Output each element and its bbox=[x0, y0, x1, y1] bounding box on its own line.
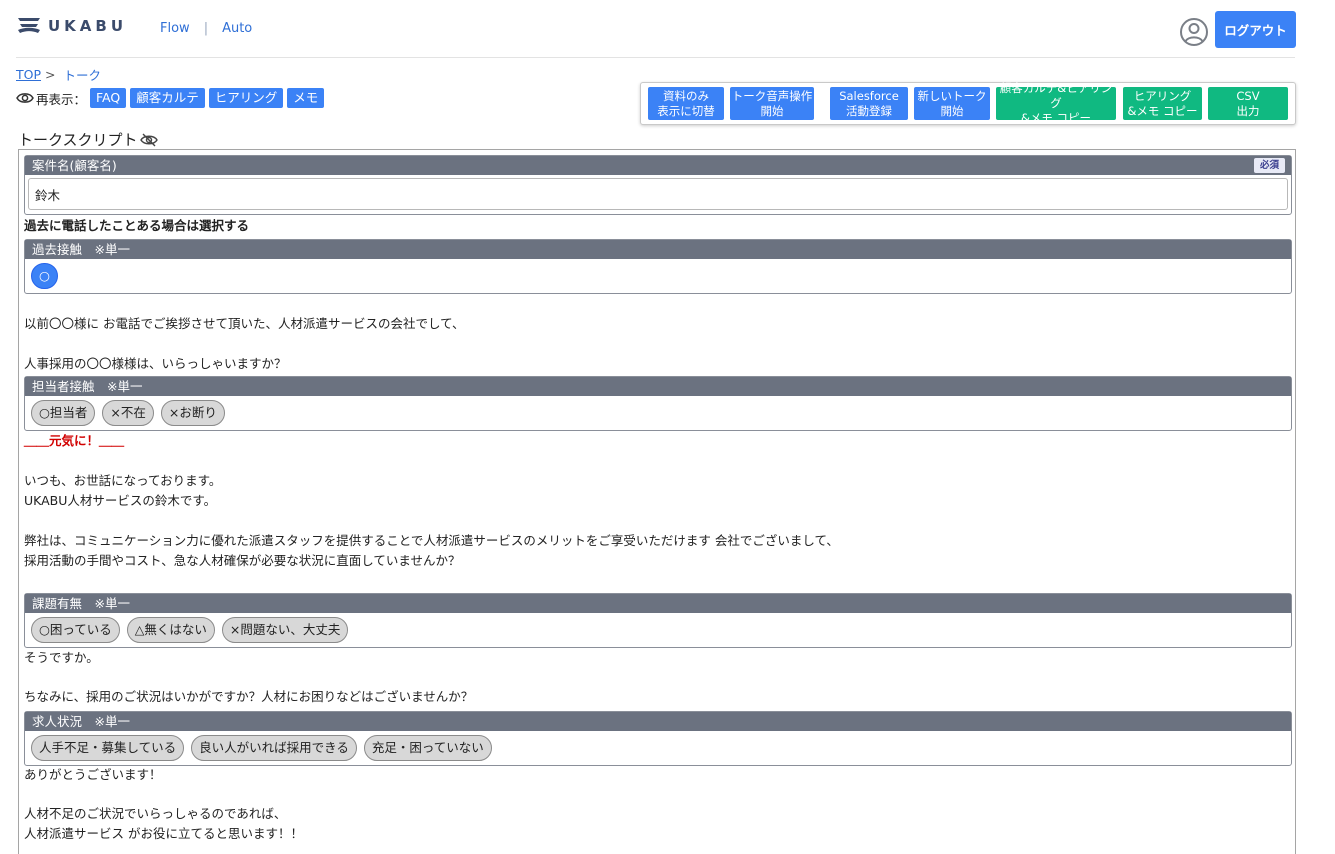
option-no-problem[interactable]: ×問題ない、大丈夫 bbox=[221, 617, 349, 643]
button-line: 顧客カルテ&ヒアリング bbox=[999, 81, 1113, 110]
script-text: そうですか。 bbox=[24, 650, 99, 665]
redisplay-bar: 再表示： FAQ 顧客カルテ ヒアリング メモ bbox=[16, 88, 328, 108]
copy-chart-hearing-memo-button[interactable]: 顧客カルテ&ヒアリング &メモ コピー bbox=[996, 81, 1116, 125]
nav-separator: | bbox=[203, 21, 209, 36]
option-person-in-charge[interactable]: ○担当者 bbox=[31, 400, 96, 426]
button-line: Salesforce bbox=[839, 88, 899, 103]
option-troubled[interactable]: ○困っている bbox=[31, 617, 120, 643]
breadcrumb: TOP > トーク bbox=[16, 65, 101, 84]
cheer-note: ＿＿元気に！＿＿ bbox=[24, 433, 125, 448]
option-shortage-hiring[interactable]: 人手不足・募集している bbox=[31, 735, 185, 761]
button-line: 新しいトーク bbox=[917, 88, 987, 103]
option-hire-if-good[interactable]: 良い人がいれば採用できる bbox=[191, 735, 357, 761]
button-line: &メモ コピー bbox=[1020, 111, 1092, 125]
issue-header: 課題有無 ※単一 bbox=[25, 594, 1291, 613]
required-badge: 必須 bbox=[1253, 158, 1285, 173]
eye-slash-icon[interactable] bbox=[139, 132, 158, 148]
button-line: 活動登録 bbox=[846, 103, 892, 118]
button-line: トーク音声操作 bbox=[731, 88, 813, 103]
logo-mark-icon bbox=[18, 18, 40, 33]
option-past-contact-yes[interactable]: ○ bbox=[31, 263, 58, 289]
script-text: ちなみに、採用のご状況はいかがですか？人材にお困りなどはございませんか？ bbox=[24, 689, 474, 704]
redisplay-memo-button[interactable]: メモ bbox=[287, 88, 325, 108]
start-talk-voice-button[interactable]: トーク音声操作 開始 bbox=[730, 87, 814, 120]
option-declined[interactable]: ×お断り bbox=[160, 400, 225, 426]
issue-field: 課題有無 ※単一 ○困っている △無くはない ×問題ない、大丈夫 bbox=[24, 593, 1292, 648]
eye-icon bbox=[16, 93, 34, 103]
button-line: 資料のみ bbox=[663, 88, 709, 103]
option-somewhat[interactable]: △無くはない bbox=[126, 617, 215, 643]
top-nav: Flow | Auto bbox=[160, 21, 252, 36]
user-account-icon[interactable] bbox=[1179, 17, 1209, 47]
switch-material-only-button[interactable]: 資料のみ 表示に切替 bbox=[648, 87, 724, 120]
button-line: &メモ コピー bbox=[1127, 103, 1198, 118]
person-contact-header: 担当者接触 ※単一 bbox=[25, 377, 1291, 396]
button-line: 開始 bbox=[760, 103, 784, 118]
case-name-field: 案件名(顧客名) 必須 鈴木 bbox=[24, 155, 1292, 215]
person-contact-field: 担当者接触 ※単一 ○担当者 ×不在 ×お断り bbox=[24, 376, 1292, 431]
talk-script-title-text: トークスクリプト bbox=[18, 131, 138, 149]
csv-export-button[interactable]: CSV 出力 bbox=[1208, 87, 1288, 120]
past-contact-header: 過去接触 ※単一 bbox=[25, 240, 1291, 259]
script-text: 人材派遣サービス がお役に立てると思います！！ bbox=[24, 826, 303, 841]
script-text: 人材不足のご状況でいらっしゃるのであれば、 bbox=[24, 806, 287, 821]
logo-text: UKABU bbox=[48, 17, 128, 35]
logout-button[interactable]: ログアウト bbox=[1215, 11, 1296, 48]
script-text: いつも、お世話になっております。 bbox=[24, 473, 222, 488]
breadcrumb-top[interactable]: TOP bbox=[16, 67, 41, 82]
talk-script-box: 案件名(顧客名) 必須 鈴木 過去に電話したことある場合は選択する 過去接触 ※… bbox=[18, 149, 1296, 854]
nav-flow[interactable]: Flow bbox=[160, 21, 190, 36]
script-text: UKABU人材サービスの鈴木です。 bbox=[24, 493, 217, 508]
hiring-status-options: 人手不足・募集している 良い人がいれば採用できる 充足・困っていない bbox=[25, 731, 1291, 765]
talk-script-title: トークスクリプト bbox=[18, 129, 158, 150]
script-text: 以前〇〇様に お電話でご挨拶させて頂いた、人材派遣サービスの会社でして、 bbox=[24, 316, 465, 331]
breadcrumb-separator: > bbox=[45, 67, 56, 82]
person-contact-options: ○担当者 ×不在 ×お断り bbox=[25, 396, 1291, 430]
option-absent[interactable]: ×不在 bbox=[102, 400, 154, 426]
redisplay-hearing-button[interactable]: ヒアリング bbox=[208, 88, 284, 108]
button-line: 表示に切替 bbox=[657, 103, 715, 118]
salesforce-activity-button[interactable]: Salesforce 活動登録 bbox=[830, 87, 908, 120]
past-contact-options: ○ bbox=[25, 259, 1291, 293]
redisplay-customer-chart-button[interactable]: 顧客カルテ bbox=[130, 88, 205, 108]
script-text: 採用活動の手間やコスト、急な人材確保が必要な状況に直面していませんか？ bbox=[24, 553, 461, 568]
header-divider bbox=[16, 57, 1295, 58]
hiring-status-header: 求人状況 ※単一 bbox=[25, 712, 1291, 731]
case-name-input[interactable]: 鈴木 bbox=[28, 178, 1288, 210]
option-sufficient[interactable]: 充足・困っていない bbox=[363, 735, 492, 761]
script-text: 弊社は、コミュニケーション力に優れた派遣スタッフを提供することで人材派遣サービス… bbox=[24, 533, 839, 548]
hiring-status-field: 求人状況 ※単一 人手不足・募集している 良い人がいれば採用できる 充足・困って… bbox=[24, 711, 1292, 766]
issue-options: ○困っている △無くはない ×問題ない、大丈夫 bbox=[25, 613, 1291, 647]
script-text: ありがとうございます！ bbox=[24, 767, 162, 782]
breadcrumb-current: トーク bbox=[63, 68, 102, 83]
script-text: 人事採用の〇〇様様は、いらっしゃいますか？ bbox=[24, 356, 287, 371]
copy-hearing-memo-button[interactable]: ヒアリング &メモ コピー bbox=[1123, 87, 1202, 120]
redisplay-label: 再表示： bbox=[36, 91, 87, 107]
button-line: 出力 bbox=[1236, 103, 1260, 118]
past-call-note: 過去に電話したことある場合は選択する bbox=[24, 218, 250, 233]
past-contact-field: 過去接触 ※単一 ○ bbox=[24, 239, 1292, 294]
nav-auto[interactable]: Auto bbox=[222, 21, 252, 36]
case-name-header: 案件名(顧客名) 必須 bbox=[25, 156, 1291, 175]
logo[interactable]: UKABU bbox=[16, 16, 127, 36]
app-header: UKABU Flow | Auto ログアウト bbox=[0, 0, 1335, 58]
button-line: CSV bbox=[1236, 88, 1260, 103]
redisplay-faq-button[interactable]: FAQ bbox=[90, 88, 127, 108]
button-line: 開始 bbox=[940, 103, 964, 118]
new-talk-button[interactable]: 新しいトーク 開始 bbox=[914, 87, 990, 120]
action-panel: 資料のみ 表示に切替 トーク音声操作 開始 Salesforce 活動登録 新し… bbox=[640, 81, 1296, 125]
button-line: ヒアリング bbox=[1133, 88, 1192, 103]
case-name-label: 案件名(顧客名) bbox=[32, 158, 117, 173]
